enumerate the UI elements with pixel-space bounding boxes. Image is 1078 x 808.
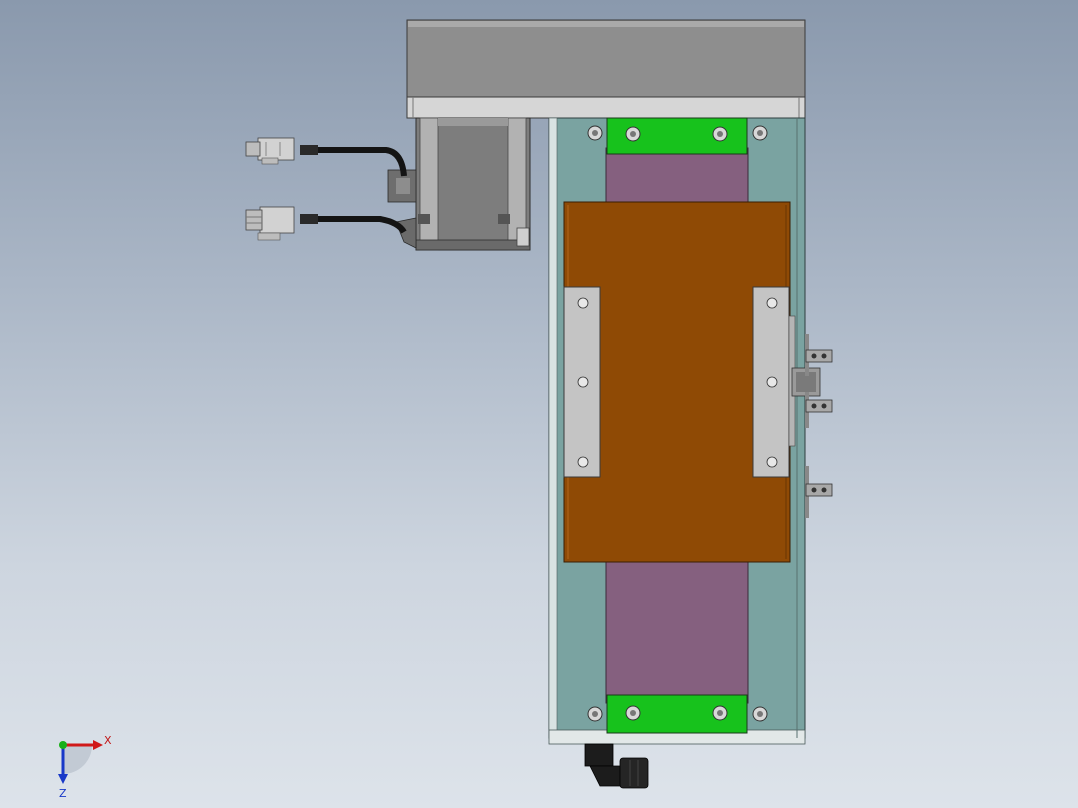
motor-bolt-right: [498, 214, 510, 224]
bracket-screw: [577, 297, 589, 309]
side-bracket-right[interactable]: [752, 286, 790, 478]
servo-motor[interactable]: [387, 117, 531, 251]
bottom-cable-fitting[interactable]: [584, 743, 649, 789]
motor-clamp: [516, 227, 530, 247]
encoder-connector-plug: [245, 141, 261, 157]
motor-cover[interactable]: [406, 19, 806, 119]
bracket-screw: [766, 297, 778, 309]
fitting-nut: [619, 757, 649, 789]
motor-cover-highlight: [408, 21, 804, 27]
motor-bottom-band: [415, 239, 531, 251]
fitting-body: [584, 743, 614, 767]
end-block-bolt-center: [630, 710, 636, 716]
power-connector-body: [259, 206, 295, 234]
sensor-led: [821, 353, 827, 359]
end-block-bolt-center: [630, 131, 636, 137]
side-bracket-left[interactable]: [563, 286, 601, 478]
motor-flange-left: [419, 117, 439, 251]
end-block-bolt-center: [717, 131, 723, 137]
end-block-top[interactable]: [606, 117, 748, 155]
encoder-cable-boot: [300, 145, 318, 155]
encoder-connector-body: [257, 137, 295, 161]
bracket-screw: [766, 456, 778, 468]
power-connector[interactable]: [245, 206, 295, 241]
encoder-connector[interactable]: [245, 137, 295, 165]
motor-top-band: [438, 118, 508, 126]
sensor-head: [805, 483, 833, 497]
bracket-screw: [577, 456, 589, 468]
triad-plane: [63, 745, 92, 774]
bracket-screw: [577, 376, 589, 388]
bracket-screw: [766, 376, 778, 388]
z-axis-label: Z: [59, 787, 67, 800]
motor-cable-gland-inner: [396, 178, 410, 194]
sensor-led: [811, 353, 817, 359]
base-bolt-hole-center: [757, 711, 763, 717]
power-cable-boot: [300, 214, 318, 224]
motor-cover-lip: [406, 96, 806, 119]
sensor-led: [811, 403, 817, 409]
base-bolt-hole-center: [592, 711, 598, 717]
limit-sensor[interactable]: [805, 392, 833, 428]
sensor-head: [805, 399, 833, 413]
base-bolt-hole-center: [592, 130, 598, 136]
x-axis-arrowhead: [93, 740, 103, 750]
end-block-bottom[interactable]: [606, 694, 748, 734]
end-block-bolt-center: [717, 710, 723, 716]
motor-cover-top: [406, 19, 806, 99]
sensor-led: [811, 487, 817, 493]
z-axis-arrowhead: [58, 774, 68, 784]
orientation-triad[interactable]: X Z: [58, 734, 112, 800]
power-connector-plug: [245, 209, 263, 231]
cad-model-view[interactable]: X Z: [0, 0, 1078, 808]
sensor-head: [805, 349, 833, 363]
sensor-led: [821, 403, 827, 409]
limit-sensor[interactable]: [805, 466, 833, 518]
y-axis-arrow: [59, 741, 67, 749]
base-plate-edge-left: [548, 117, 558, 739]
sensor-led: [821, 487, 827, 493]
base-bolt-hole-center: [757, 130, 763, 136]
x-axis-label: X: [104, 734, 112, 747]
power-connector-latch: [257, 232, 281, 241]
motor-cable-elbow: [395, 217, 417, 249]
encoder-connector-latch: [261, 157, 279, 165]
motor-bolt-left: [418, 214, 430, 224]
cad-viewport[interactable]: X Z: [0, 0, 1078, 808]
